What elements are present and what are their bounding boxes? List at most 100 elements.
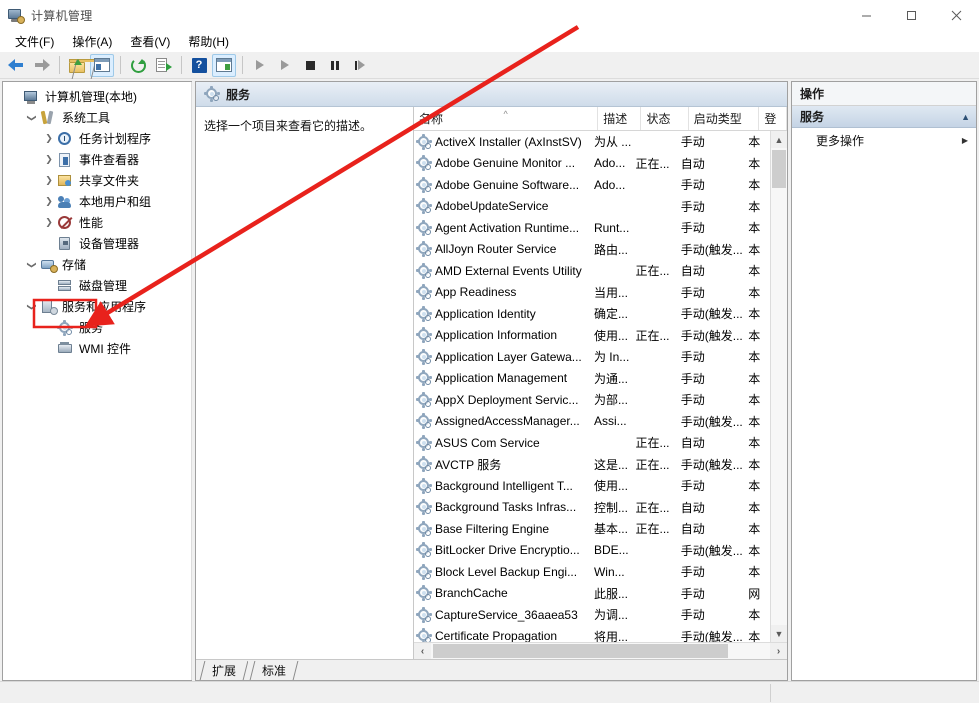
service-row[interactable]: App Readiness当用...手动本 xyxy=(414,282,770,304)
services-horizontal-scrollbar[interactable]: ‹ › xyxy=(414,642,787,659)
chevron-right-icon[interactable]: ❯ xyxy=(41,194,57,210)
tree-item-local-users-groups[interactable]: ❯本地用户和组 xyxy=(3,191,192,212)
column-header-name[interactable]: 名称^ xyxy=(414,107,598,130)
service-row[interactable]: Background Intelligent T...使用...手动本 xyxy=(414,475,770,497)
chevron-right-icon[interactable]: ❯ xyxy=(41,173,57,189)
chevron-down-icon[interactable]: ❯ xyxy=(24,110,40,126)
service-row[interactable]: Background Tasks Infras...控制...正在...自动本 xyxy=(414,497,770,519)
stop-service-button[interactable] xyxy=(298,54,322,77)
service-name-cell: App Readiness xyxy=(414,284,589,300)
tree-item-shared-folders[interactable]: ❯共享文件夹 xyxy=(3,170,192,191)
menu-file[interactable]: 文件(F) xyxy=(6,31,63,52)
tree-item-wmi-control[interactable]: WMI 控件 xyxy=(3,338,192,359)
service-name-label: Application Layer Gatewa... xyxy=(435,350,582,364)
tree-item-computer-management[interactable]: 计算机管理(本地) xyxy=(3,86,192,107)
chevron-down-icon[interactable]: ❯ xyxy=(24,299,40,315)
tree-item-services-and-applications[interactable]: ❯服务和应用程序 xyxy=(3,296,192,317)
service-description-cell: BDE... xyxy=(589,543,631,557)
service-row[interactable]: CaptureService_36aaea53为调...手动本 xyxy=(414,604,770,626)
column-header-start[interactable]: 启动类型 xyxy=(689,107,760,130)
close-button[interactable] xyxy=(934,0,979,30)
tree-item-storage[interactable]: ❯存储 xyxy=(3,254,192,275)
column-header-stat[interactable]: 状态 xyxy=(641,107,688,130)
service-row[interactable]: Application Management为通...手动本 xyxy=(414,368,770,390)
pause-service-button[interactable] xyxy=(323,54,347,77)
actions-group-services[interactable]: 服务 ▲ xyxy=(792,106,976,128)
tree-item-services[interactable]: 服务 xyxy=(3,317,192,338)
column-header-logon-label: 登 xyxy=(764,110,776,127)
chevron-down-icon[interactable]: ❯ xyxy=(24,257,40,273)
menu-bar: 文件(F) 操作(A) 查看(V) 帮助(H) xyxy=(0,30,979,52)
chevron-right-icon[interactable]: ❯ xyxy=(41,131,57,147)
menu-help[interactable]: 帮助(H) xyxy=(179,31,238,52)
tab-standard[interactable]: 标准 xyxy=(248,661,298,680)
scroll-down-icon[interactable]: ▼ xyxy=(771,625,787,642)
tree-scrollbar[interactable] xyxy=(191,82,192,680)
service-row[interactable]: Block Level Backup Engi...Win...手动本 xyxy=(414,561,770,583)
service-row[interactable]: ActiveX Installer (AxInstSV)为从 ...手动本 xyxy=(414,131,770,153)
service-row[interactable]: Base Filtering Engine基本...正在...自动本 xyxy=(414,518,770,540)
services-vertical-scrollbar[interactable]: ▲ ▼ xyxy=(770,131,787,642)
start-service-button[interactable] xyxy=(248,54,272,77)
restart-service-button[interactable] xyxy=(348,54,372,77)
service-row[interactable]: Application Layer Gatewa...为 In...手动本 xyxy=(414,346,770,368)
service-row[interactable]: Adobe Genuine Software...Ado...手动本 xyxy=(414,174,770,196)
service-row[interactable]: Certificate Propagation将用...手动(触发...本 xyxy=(414,626,770,643)
column-header-desc[interactable]: 描述 xyxy=(598,107,641,130)
service-name-label: AppX Deployment Servic... xyxy=(435,393,578,407)
refresh-button[interactable] xyxy=(126,54,150,77)
tree-item-disk-management[interactable]: 磁盘管理 xyxy=(3,275,192,296)
horizontal-scroll-track[interactable] xyxy=(431,643,770,659)
vertical-scroll-track[interactable] xyxy=(771,148,787,625)
show-hide-tree-button[interactable] xyxy=(90,54,114,77)
service-description-cell: Win... xyxy=(589,565,631,579)
tab-extended[interactable]: 扩展 xyxy=(198,661,248,680)
service-gear-icon xyxy=(416,435,433,451)
tree-item-device-manager[interactable]: 设备管理器 xyxy=(3,233,192,254)
tree-item-system-tools[interactable]: ❯系统工具 xyxy=(3,107,192,128)
chevron-right-icon[interactable]: ❯ xyxy=(41,215,57,231)
menu-action[interactable]: 操作(A) xyxy=(63,31,121,52)
service-name-label: CaptureService_36aaea53 xyxy=(435,608,578,622)
service-row[interactable]: Adobe Genuine Monitor ...Ado...正在...自动本 xyxy=(414,153,770,175)
service-name-cell: Base Filtering Engine xyxy=(414,521,589,537)
vertical-scroll-thumb[interactable] xyxy=(772,150,786,188)
properties-button[interactable] xyxy=(212,54,236,77)
service-row[interactable]: Application Identity确定...手动(触发...本 xyxy=(414,303,770,325)
forward-button[interactable] xyxy=(29,54,53,77)
column-header-logon[interactable]: 登 xyxy=(759,107,787,130)
action-more-actions[interactable]: 更多操作 ▶ xyxy=(792,128,976,152)
up-folder-button[interactable] xyxy=(65,54,89,77)
service-row[interactable]: AllJoyn Router Service路由...手动(触发...本 xyxy=(414,239,770,261)
service-row[interactable]: AdobeUpdateService手动本 xyxy=(414,196,770,218)
minimize-button[interactable] xyxy=(844,0,889,30)
service-row[interactable]: BranchCache此服...手动网 xyxy=(414,583,770,605)
service-row[interactable]: AppX Deployment Servic...为部...手动本 xyxy=(414,389,770,411)
service-row[interactable]: AVCTP 服务这是...正在...手动(触发...本 xyxy=(414,454,770,476)
help-button[interactable]: ? xyxy=(187,54,211,77)
service-logon-as-cell: 本 xyxy=(743,133,770,150)
back-button[interactable] xyxy=(4,54,28,77)
service-row[interactable]: ASUS Com Service正在...自动本 xyxy=(414,432,770,454)
scroll-right-icon[interactable]: › xyxy=(770,643,787,659)
service-row[interactable]: BitLocker Drive Encryptio...BDE...手动(触发.… xyxy=(414,540,770,562)
resume-service-button[interactable] xyxy=(273,54,297,77)
service-row[interactable]: Agent Activation Runtime...Runt...手动本 xyxy=(414,217,770,239)
horizontal-scroll-thumb[interactable] xyxy=(433,644,728,658)
scroll-left-icon[interactable]: ‹ xyxy=(414,643,431,659)
service-startup-type-cell: 自动 xyxy=(676,499,744,516)
maximize-button[interactable] xyxy=(889,0,934,30)
export-list-button[interactable] xyxy=(151,54,175,77)
chevron-right-icon[interactable]: ❯ xyxy=(41,152,57,168)
tree-item-task-scheduler[interactable]: ❯任务计划程序 xyxy=(3,128,192,149)
scroll-up-icon[interactable]: ▲ xyxy=(771,131,787,148)
menu-view[interactable]: 查看(V) xyxy=(121,31,179,52)
service-row[interactable]: AssignedAccessManager...Assi...手动(触发...本 xyxy=(414,411,770,433)
tree-item-event-viewer[interactable]: ❯事件查看器 xyxy=(3,149,192,170)
service-row[interactable]: Application Information使用...正在...手动(触发..… xyxy=(414,325,770,347)
chevron-up-icon[interactable]: ▲ xyxy=(961,112,970,122)
service-row[interactable]: AMD External Events Utility正在...自动本 xyxy=(414,260,770,282)
service-logon-as-cell: 本 xyxy=(743,542,770,559)
tree-item-performance[interactable]: ❯性能 xyxy=(3,212,192,233)
computer-management-icon xyxy=(8,7,24,23)
